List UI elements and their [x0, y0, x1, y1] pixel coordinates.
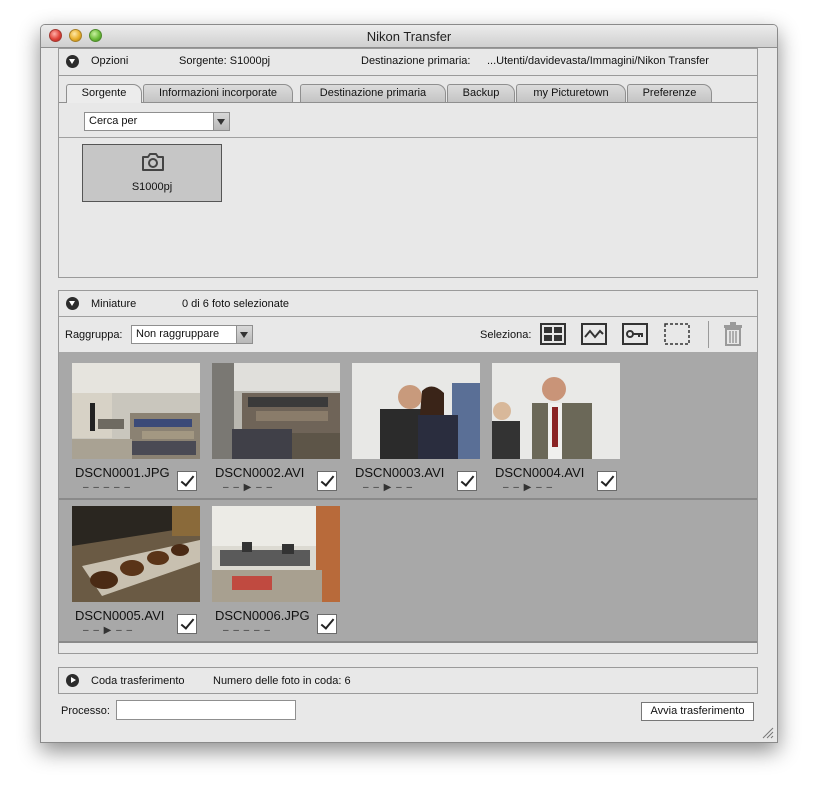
trash-icon[interactable] [722, 322, 744, 346]
thumbnail-checkbox[interactable] [177, 471, 197, 491]
thumbnail-dscn0001[interactable] [72, 363, 200, 459]
thumbnails-toggle-icon[interactable] [66, 297, 79, 310]
process-label: Processo: [61, 705, 110, 717]
queue-count: Numero delle foto in coda: 6 [213, 675, 351, 687]
thumbnail-filename: DSCN0003.AVI [355, 465, 445, 480]
tab-backup[interactable]: Backup [447, 84, 515, 102]
divider [708, 321, 709, 348]
queue-toggle-icon[interactable] [66, 674, 79, 687]
selection-count: 0 di 6 foto selezionate [182, 298, 290, 310]
options-destination-path: ...Utenti/davidevasta/Immagini/Nikon Tra… [487, 55, 709, 67]
thumbnail-meta: – – ▶ – – [503, 482, 554, 493]
camera-icon [142, 153, 164, 171]
tab-preferences[interactable]: Preferenze [627, 84, 712, 102]
thumbnail-checkbox[interactable] [457, 471, 477, 491]
select-label: Seleziona: [480, 329, 532, 341]
search-by-dropdown[interactable]: Cerca per [84, 112, 230, 131]
thumbnail-meta: – – ▶ – – [83, 625, 134, 636]
thumbnail-checkbox[interactable] [177, 614, 197, 634]
window-title: Nikon Transfer [366, 29, 452, 44]
thumbnail-meta: – – ▶ – – [223, 482, 274, 493]
options-title: Opzioni [91, 55, 129, 67]
chevron-down-icon [236, 326, 252, 343]
thumbnail-filename: DSCN0004.AVI [495, 465, 585, 480]
thumbnail-filename: DSCN0001.JPG [75, 465, 170, 480]
title-bar[interactable]: Nikon Transfer [41, 25, 777, 48]
source-device-s1000pj[interactable]: S1000pj [82, 144, 222, 202]
thumbnail-dscn0004[interactable] [492, 363, 620, 459]
select-new-icon[interactable] [581, 323, 607, 345]
thumbnail-dscn0003[interactable] [352, 363, 480, 459]
options-destination-label: Destinazione primaria: [361, 55, 471, 67]
divider [59, 316, 757, 317]
deselect-all-icon[interactable] [664, 323, 690, 345]
thumbnail-filename: DSCN0002.AVI [215, 465, 305, 480]
group-value: Non raggruppare [136, 328, 220, 340]
thumbnail-meta: – – – – – [223, 625, 271, 636]
group-label: Raggruppa: [65, 329, 123, 341]
options-source: Sorgente: S1000pj [179, 55, 271, 67]
thumbnail-dscn0006[interactable] [212, 506, 340, 602]
tab-source[interactable]: Sorgente [66, 84, 142, 103]
row-separator [59, 498, 757, 500]
options-toggle-icon[interactable] [66, 55, 79, 68]
thumbnail-meta: – – ▶ – – [363, 482, 414, 493]
tab-baseline [59, 102, 757, 103]
resize-grip-icon[interactable] [762, 727, 774, 739]
thumbnail-dscn0002[interactable] [212, 363, 340, 459]
tab-primary-destination[interactable]: Destinazione primaria [300, 84, 446, 102]
select-all-grid-icon[interactable] [540, 323, 566, 345]
search-by-value: Cerca per [89, 115, 138, 127]
thumbnail-checkbox[interactable] [317, 614, 337, 634]
tab-embedded-info[interactable]: Informazioni incorporate [143, 84, 293, 102]
thumbnail-dscn0005[interactable] [72, 506, 200, 602]
start-transfer-button[interactable]: Avvia trasferimento [641, 702, 754, 721]
thumbnail-checkbox[interactable] [317, 471, 337, 491]
thumbnail-filename: DSCN0006.JPG [215, 608, 310, 623]
group-dropdown[interactable]: Non raggruppare [131, 325, 253, 344]
tab-my-picturetown[interactable]: my Picturetown [516, 84, 626, 102]
source-device-label: S1000pj [131, 181, 173, 193]
row-separator [59, 641, 757, 643]
thumbnail-meta: – – – – – [83, 482, 131, 493]
thumbnail-checkbox[interactable] [597, 471, 617, 491]
select-protected-key-icon[interactable] [622, 323, 648, 345]
process-field [116, 700, 296, 720]
queue-title: Coda trasferimento [91, 675, 185, 687]
thumbnails-title: Miniature [91, 298, 137, 310]
divider [59, 137, 757, 138]
chevron-down-icon [213, 113, 229, 130]
thumbnail-filename: DSCN0005.AVI [75, 608, 165, 623]
